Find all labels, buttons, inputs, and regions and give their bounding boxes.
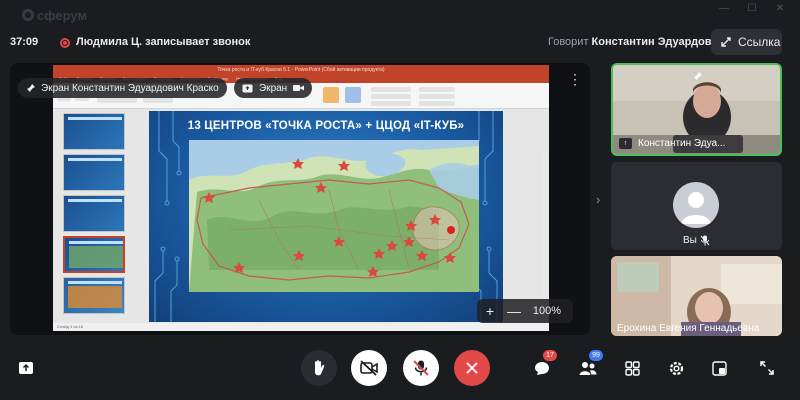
logo-text: сферум xyxy=(37,8,88,23)
avatar xyxy=(673,182,719,228)
upload-screen-icon xyxy=(19,362,33,374)
zoom-control: + — 100% xyxy=(477,299,573,323)
logo-icon xyxy=(22,9,34,21)
chevron-right-icon[interactable]: › xyxy=(596,192,600,207)
participant-name: Вы xyxy=(683,235,697,246)
zoom-in-button[interactable]: + xyxy=(477,303,503,319)
participants-badge: 99 xyxy=(589,350,603,361)
close-window-icon[interactable]: ✕ xyxy=(766,0,794,16)
powerpoint-window: Точка роста и IT-куб Красно 5.1 - PowerP… xyxy=(53,65,549,331)
window-controls: — ☐ ✕ xyxy=(710,0,794,16)
screen-share-icon xyxy=(242,84,253,92)
participant-name-row: ↑ Константин Эдуа... xyxy=(619,138,725,149)
ribbon-replace xyxy=(419,94,455,99)
more-vertical-icon[interactable]: ⋮ xyxy=(568,71,582,88)
call-toolbar: 17 99 xyxy=(0,342,800,400)
screen-chip[interactable]: Экран xyxy=(234,78,313,98)
pin-icon xyxy=(27,84,35,92)
camera-toggle-button[interactable] xyxy=(351,350,387,386)
zoom-level: 100% xyxy=(532,305,562,317)
participant-tile-self[interactable]: Вы xyxy=(611,162,782,250)
slide-title: 13 ЦЕНТРОВ «ТОЧКА РОСТА» + ЦЦОД «IT-КУБ» xyxy=(187,120,465,132)
participant-tile-speaker[interactable]: ↑ Константин Эдуа... xyxy=(611,63,782,156)
share-screen-button[interactable] xyxy=(14,356,38,380)
mic-off-icon xyxy=(413,360,429,376)
ribbon-select xyxy=(419,101,455,106)
hand-icon xyxy=(315,360,325,376)
expand-icon xyxy=(760,361,774,375)
conference-window: сферум — ☐ ✕ 37:09 Людмила Ц. записывает… xyxy=(0,0,800,400)
chat-button[interactable]: 17 xyxy=(530,350,557,380)
user-silhouette-icon xyxy=(681,192,711,224)
participant-name: Ерохина Евгения Геннадьевна xyxy=(617,323,760,334)
close-icon xyxy=(466,362,478,374)
participant-name-row: Ерохина Евгения Геннадьевна xyxy=(617,323,759,334)
screen-share-stage[interactable]: Экран Константин Эдуардович Краско Экран… xyxy=(10,63,590,335)
screen-chip-label: Экран xyxy=(259,82,288,94)
gear-icon xyxy=(669,361,683,375)
screen-owner-text: Экран Константин Эдуардович Краско xyxy=(41,82,219,94)
app-title-bar: сферум — ☐ ✕ xyxy=(0,0,800,26)
people-icon xyxy=(579,361,597,375)
recording-icon xyxy=(60,38,70,48)
copy-link-button[interactable]: Ссылка xyxy=(711,29,782,55)
minimize-icon[interactable]: — xyxy=(710,0,738,16)
recording-status: Людмила Ц. записывает звонок xyxy=(76,36,251,48)
region-map-image xyxy=(189,140,479,292)
mic-toggle-button[interactable] xyxy=(403,350,439,386)
settings-button[interactable] xyxy=(664,356,688,380)
maximize-icon[interactable]: ☐ xyxy=(738,0,766,16)
screen-share-icon: ↑ xyxy=(619,138,632,149)
link-button-label: Ссылка xyxy=(738,35,781,49)
ppt-title: Точка роста и IT-куб Красно 5.1 - PowerP… xyxy=(53,65,549,75)
call-timer: 37:09 xyxy=(10,36,39,48)
participant-name: Константин Эдуа... xyxy=(638,138,726,149)
speaking-prefix: Говорит xyxy=(548,36,589,48)
circuit-decoration-left xyxy=(154,111,182,322)
active-speaker: Говорит Константин Эдуардович К. xyxy=(548,36,738,48)
app-logo: сферум xyxy=(22,8,87,23)
slide-thumbnail[interactable] xyxy=(63,277,125,314)
camera-icon xyxy=(293,85,305,91)
link-icon xyxy=(721,37,731,47)
call-header: 37:09 Людмила Ц. записывает звонок Говор… xyxy=(0,26,800,60)
chat-badge: 17 xyxy=(543,350,557,361)
participants-button[interactable]: 99 xyxy=(576,350,603,380)
picture-in-picture-button[interactable] xyxy=(707,356,731,380)
ribbon-effects xyxy=(371,101,411,106)
ribbon-find xyxy=(419,87,455,92)
end-call-button[interactable] xyxy=(454,350,490,386)
slide-thumbnail[interactable] xyxy=(63,113,125,150)
layout-grid-button[interactable] xyxy=(620,356,644,380)
camera-off-icon xyxy=(360,360,378,376)
slide-thumbnail[interactable] xyxy=(63,195,125,232)
screen-owner-label: Экран Константин Эдуардович Краско xyxy=(18,78,227,98)
slide-thumbnail[interactable] xyxy=(63,154,125,191)
fullscreen-button[interactable] xyxy=(755,356,779,380)
chat-icon xyxy=(535,361,549,375)
pin-icon xyxy=(694,72,702,80)
mic-muted-icon xyxy=(700,235,710,246)
current-slide: 13 ЦЕНТРОВ «ТОЧКА РОСТА» + ЦЦОД «IT-КУБ» xyxy=(149,111,503,322)
participant-tile[interactable]: Ерохина Евгения Геннадьевна xyxy=(611,256,782,336)
ribbon-arrange-icon xyxy=(345,87,361,103)
zoom-out-button[interactable]: — xyxy=(503,303,525,319)
slide-thumbnails xyxy=(57,111,129,321)
region-map xyxy=(189,140,479,292)
raise-hand-button[interactable] xyxy=(301,350,337,386)
ribbon-shapes-icon xyxy=(323,87,339,103)
ribbon-fill xyxy=(371,87,411,92)
ribbon-outline xyxy=(371,94,411,99)
grid-icon xyxy=(624,360,640,376)
slide-thumbnail-active[interactable] xyxy=(63,236,125,273)
ppt-status-bar: Слайд 4 из 16 xyxy=(53,323,549,331)
self-label: Вы xyxy=(683,235,710,246)
pip-icon xyxy=(711,360,727,376)
ppt-workspace: 13 ЦЕНТРОВ «ТОЧКА РОСТА» + ЦЦОД «IT-КУБ» xyxy=(53,109,549,331)
